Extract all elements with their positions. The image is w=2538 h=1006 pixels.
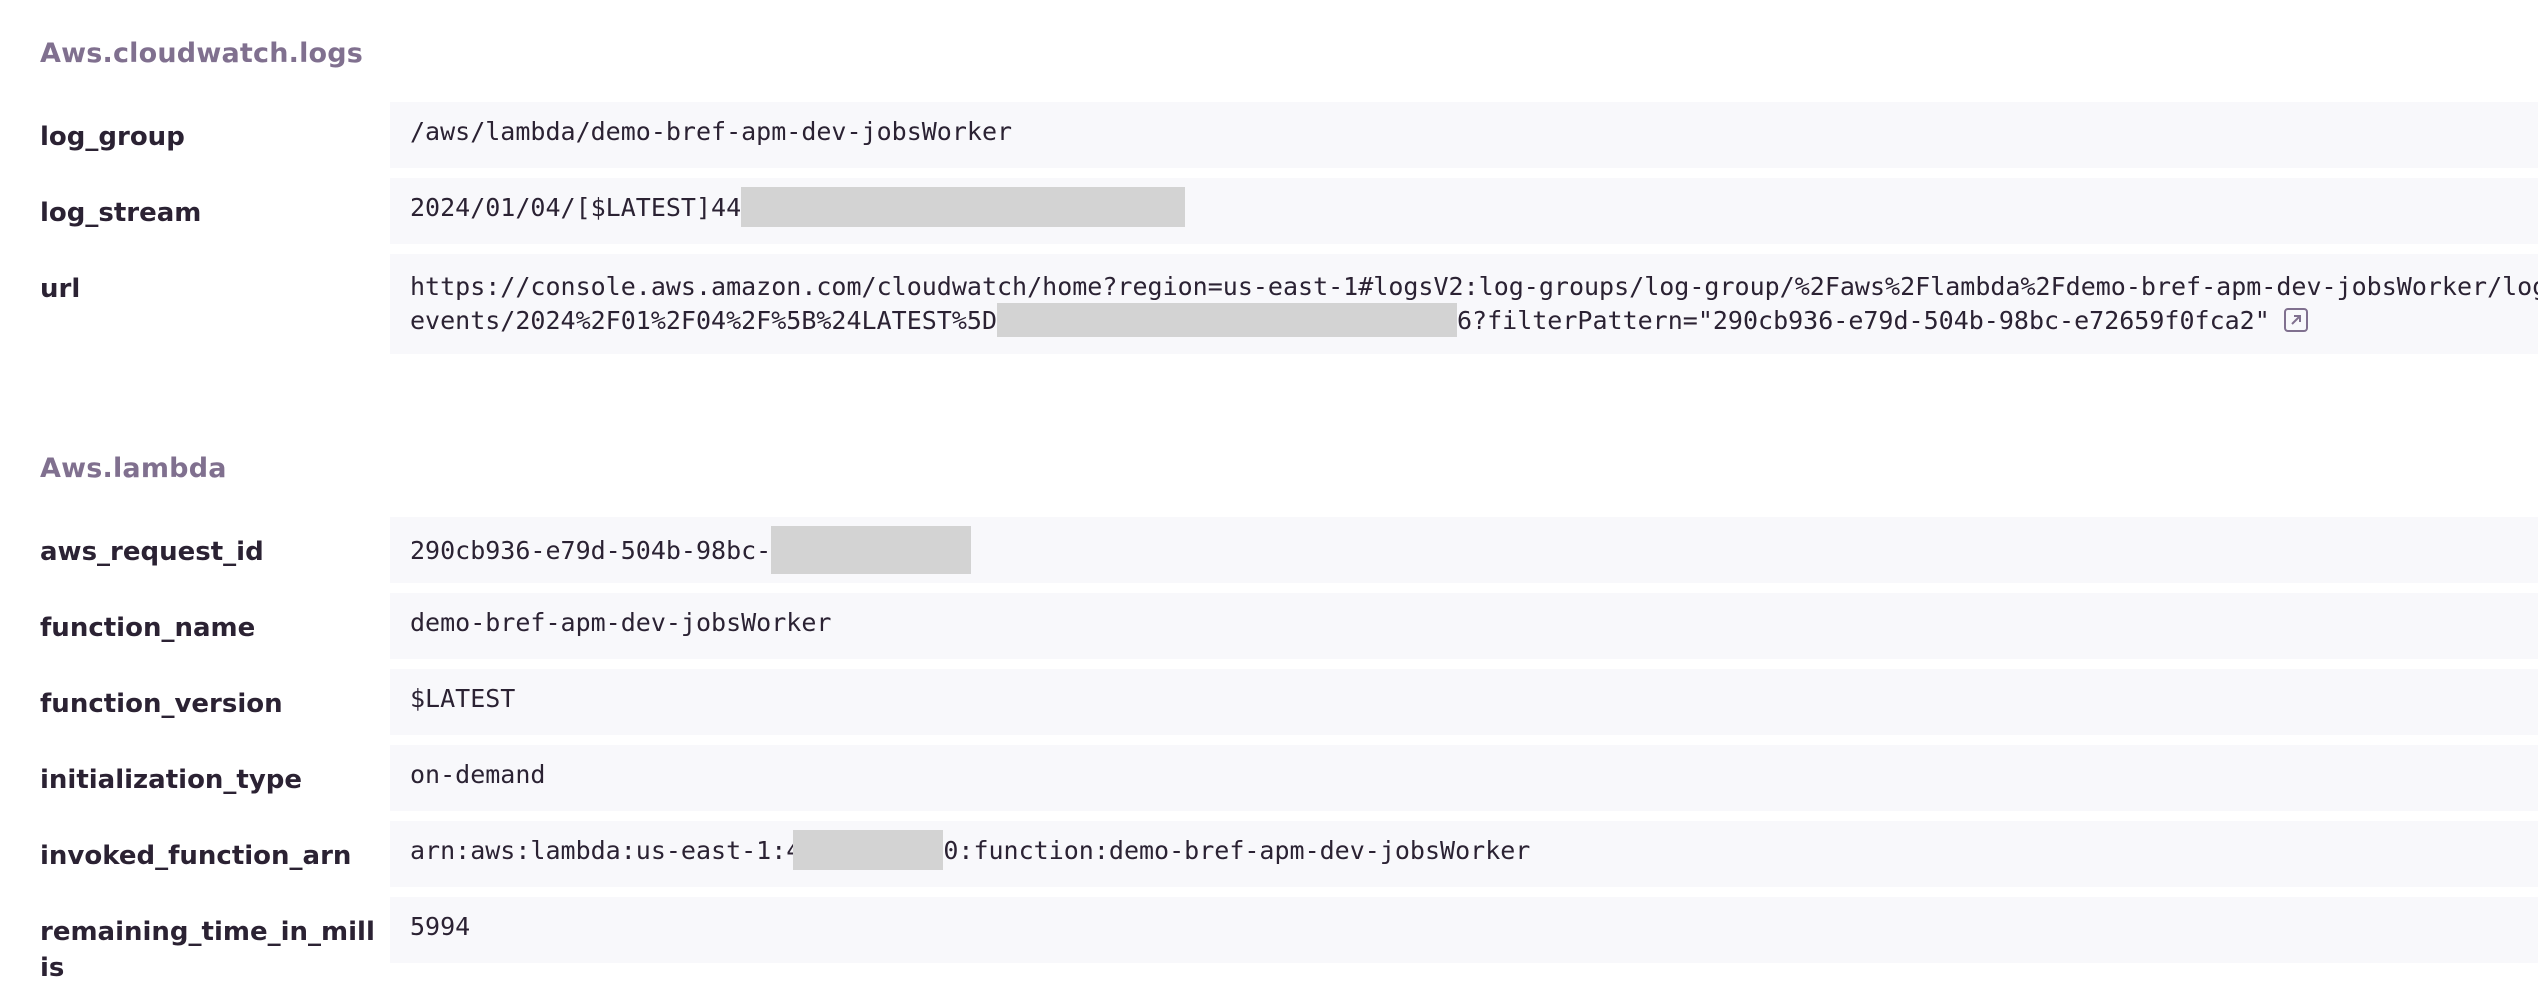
redaction-block	[741, 187, 1186, 227]
external-link-icon[interactable]	[2283, 308, 2308, 332]
key-label: invoked_function_arn	[40, 841, 352, 871]
section-title: Aws.cloudwatch.logs	[40, 38, 364, 69]
url-line-1: https://console.aws.amazon.com/cloudwatc…	[410, 272, 2538, 301]
value-text: 290cb936-e79d-504b-98bc-	[410, 536, 772, 565]
section-title: Aws.lambda	[40, 453, 227, 484]
kv-row-invoked-function-arn: invoked_function_arn arn:aws:lambda:us-e…	[40, 821, 2538, 887]
value-field[interactable]: $LATEST	[390, 669, 2538, 735]
kv-row-url: url https://console.aws.amazon.com/cloud…	[40, 254, 2538, 354]
url-text: 6?filterPattern="290cb936-e79d-504b-98bc…	[1457, 306, 2270, 335]
value-field[interactable]: 2024/01/04/[$LATEST]44	[390, 178, 2538, 244]
kv-row-log-group: log_group /aws/lambda/demo-bref-apm-dev-…	[40, 102, 2538, 168]
kv-row-function-version: function_version $LATEST	[40, 669, 2538, 735]
kv-row-aws-request-id: aws_request_id 290cb936-e79d-504b-98bc-	[40, 517, 2538, 583]
value-field[interactable]: https://console.aws.amazon.com/cloudwatc…	[390, 254, 2538, 354]
key-label: function_name	[40, 613, 256, 643]
redaction-block	[997, 303, 1457, 337]
key-label: log_stream	[40, 198, 202, 228]
url-text: events/2024%2F01%2F04%2F%5B%24LATEST%5D	[410, 306, 997, 335]
kv-row-log-stream: log_stream 2024/01/04/[$LATEST]44	[40, 178, 2538, 244]
value-field[interactable]: /aws/lambda/demo-bref-apm-dev-jobsWorker	[390, 102, 2538, 168]
section-lambda: Aws.lambda aws_request_id 290cb936-e79d-…	[40, 449, 2538, 983]
value-field[interactable]: demo-bref-apm-dev-jobsWorker	[390, 593, 2538, 659]
value-field[interactable]: 5994	[390, 897, 2538, 963]
key-label: function_version	[40, 689, 283, 719]
kv-row-initialization-type: initialization_type on-demand	[40, 745, 2538, 811]
url-line-2: events/2024%2F01%2F04%2F%5B%24LATEST%5D 6…	[410, 303, 2538, 338]
section-cloudwatch-logs: Aws.cloudwatch.logs log_group /aws/lambd…	[40, 34, 2538, 364]
key-label: initialization_type	[40, 765, 303, 795]
kv-row-remaining-time: remaining_time_in_millis 5994	[40, 897, 2538, 983]
key-label: url	[40, 274, 81, 304]
kv-row-function-name: function_name demo-bref-apm-dev-jobsWork…	[40, 593, 2538, 659]
key-label: aws_request_id	[40, 537, 264, 567]
value-field[interactable]: on-demand	[390, 745, 2538, 811]
redaction-block	[793, 830, 944, 870]
value-text: 2024/01/04/[$LATEST]44	[410, 193, 742, 222]
key-label: remaining_time_in_millis	[40, 917, 375, 983]
key-label: log_group	[40, 122, 185, 152]
value-field[interactable]: arn:aws:lambda:us-east-1:4 0:function:dem…	[390, 821, 2538, 887]
value-text: arn:aws:lambda:us-east-1:4	[410, 836, 802, 865]
redaction-block	[771, 526, 972, 574]
value-field[interactable]: 290cb936-e79d-504b-98bc-	[390, 517, 2538, 583]
value-text: 0:function:demo-bref-apm-dev-jobsWorker	[943, 836, 1531, 865]
